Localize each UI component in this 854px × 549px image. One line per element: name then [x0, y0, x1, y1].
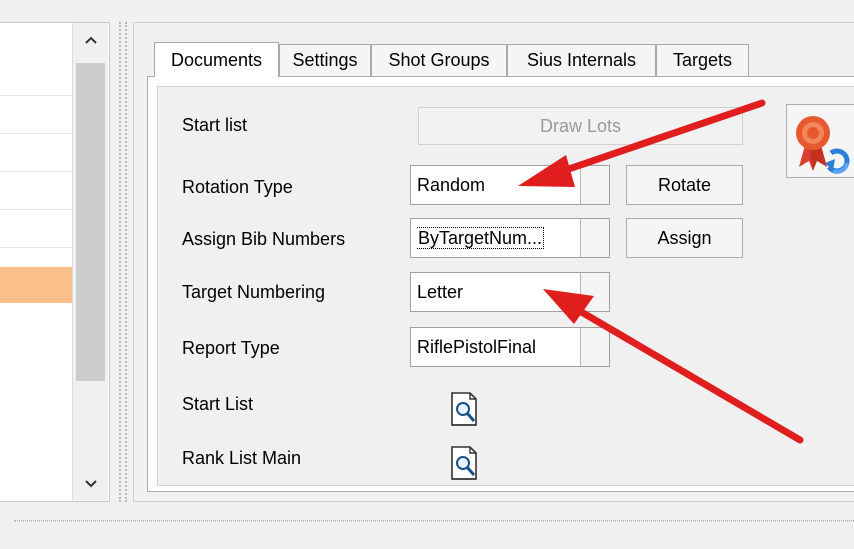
target-numbering-label: Target Numbering — [182, 282, 326, 302]
report-type-label: Report Type — [182, 338, 280, 358]
print-preview-icon[interactable] — [448, 390, 482, 428]
rotation-type-combo[interactable]: Random — [410, 165, 610, 205]
tab-label: Targets — [672, 50, 733, 70]
print-preview-icon[interactable] — [448, 444, 482, 482]
draw-lots-label: Draw Lots — [539, 115, 622, 136]
start-list-report-label: Start List — [182, 394, 254, 414]
tab-targets[interactable]: Targets — [656, 44, 749, 76]
rotate-button[interactable]: Rotate — [626, 165, 743, 205]
tab-label: Shot Groups — [388, 50, 490, 70]
combo-value: RiflePistolFinal — [417, 337, 537, 357]
dropdown-button[interactable] — [580, 328, 609, 366]
target-numbering-combo[interactable]: Letter — [410, 272, 610, 312]
award-refresh-icon — [796, 116, 850, 174]
tab-settings[interactable]: Settings — [279, 44, 371, 76]
start-list-label: Start list — [182, 115, 248, 135]
assign-bib-numbers-label: Assign Bib Numbers — [182, 229, 346, 249]
tab-label: Documents — [170, 49, 263, 70]
list-item[interactable] — [0, 171, 72, 210]
list-item[interactable] — [0, 133, 72, 172]
tab-documents[interactable]: Documents — [154, 42, 279, 77]
left-list-panel — [0, 22, 110, 502]
assign-button[interactable]: Assign — [626, 218, 743, 258]
draw-lots-button[interactable]: Draw Lots — [418, 107, 743, 145]
scroll-up-button[interactable] — [73, 23, 109, 57]
dropdown-button[interactable] — [580, 166, 609, 204]
combo-value: ByTargetNum... — [417, 227, 545, 249]
scroll-down-button[interactable] — [73, 467, 109, 501]
rotation-type-label: Rotation Type — [182, 177, 293, 197]
tab-label: Settings — [292, 50, 358, 70]
status-separator — [14, 520, 854, 522]
tab-shot-groups[interactable]: Shot Groups — [371, 44, 507, 76]
dropdown-button[interactable] — [580, 273, 609, 311]
chevron-down-icon — [85, 480, 97, 488]
assign-label: Assign — [657, 227, 712, 248]
report-type-combo[interactable]: RiflePistolFinal — [410, 327, 610, 367]
rank-list-main-label: Rank List Main — [182, 448, 302, 468]
combo-value: Letter — [417, 282, 464, 302]
rotate-label: Rotate — [657, 174, 712, 195]
tab-sius-internals[interactable]: Sius Internals — [507, 44, 656, 76]
list-item[interactable] — [0, 95, 72, 134]
splitter-handle[interactable] — [119, 22, 127, 502]
award-refresh-button[interactable] — [786, 104, 854, 178]
dropdown-button[interactable] — [580, 219, 609, 257]
chevron-up-icon — [85, 36, 97, 44]
scroll-thumb[interactable] — [76, 63, 105, 381]
combo-value: Random — [417, 175, 486, 195]
list-item-selected[interactable] — [0, 267, 72, 303]
assign-bib-numbers-combo[interactable]: ByTargetNum... — [410, 218, 610, 258]
vertical-scrollbar[interactable] — [72, 23, 108, 501]
list-item[interactable] — [0, 57, 72, 96]
tab-label: Sius Internals — [526, 50, 637, 70]
list-item[interactable] — [0, 209, 72, 248]
